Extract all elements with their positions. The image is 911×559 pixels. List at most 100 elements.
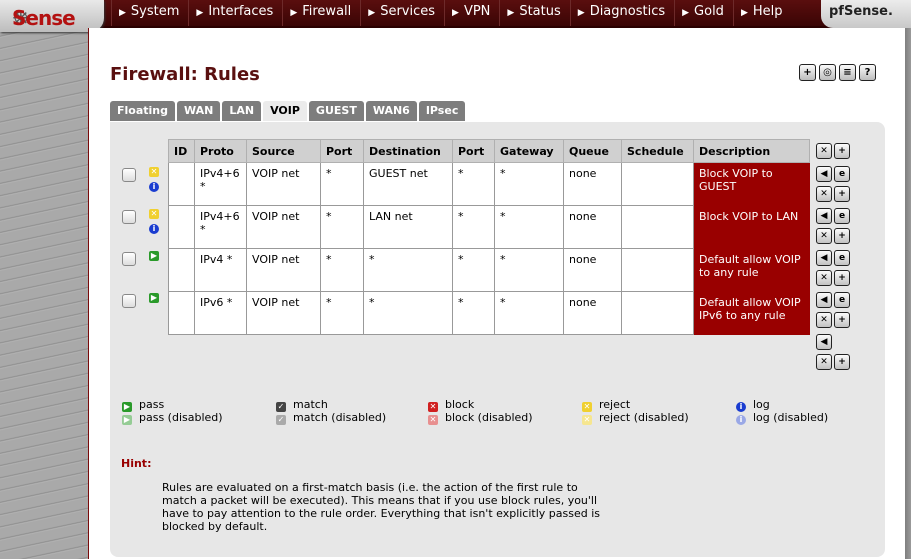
rule-source-port: * xyxy=(320,205,364,249)
table-row[interactable]: IPv4+6 * VOIP net * GUEST net * * none B… xyxy=(168,162,810,206)
rule-description[interactable]: Default allow VOIP IPv6 to any rule xyxy=(693,291,810,335)
pass-icon[interactable]: ▶ xyxy=(149,293,159,303)
delete-icon[interactable]: ✕ xyxy=(816,186,832,202)
delete-icon[interactable]: ✕ xyxy=(816,312,832,328)
copy-icon[interactable]: + xyxy=(834,312,850,328)
rule-gateway: * xyxy=(494,205,564,249)
rule-select-checkbox[interactable] xyxy=(122,294,136,308)
log-icon: i xyxy=(149,182,159,192)
row-actions: ◀ e ✕ + xyxy=(816,250,852,286)
table-row[interactable]: IPv4 * VOIP net * * * * none Default all… xyxy=(168,248,810,292)
nav-diagnostics[interactable]: ▶ Diagnostics xyxy=(569,0,674,26)
pass-disabled-icon: ▶ xyxy=(122,415,132,425)
add-rule-icon[interactable]: + xyxy=(834,143,850,159)
nav-interfaces[interactable]: ▶ Interfaces xyxy=(188,0,282,26)
pfsense-brand[interactable]: pfSense. xyxy=(821,0,911,28)
rule-select-checkbox[interactable] xyxy=(122,252,136,266)
copy-icon[interactable]: + xyxy=(834,228,850,244)
col-destination: Destination xyxy=(363,139,453,163)
add-rule-icon[interactable]: + xyxy=(834,354,850,370)
pass-icon[interactable]: ▶ xyxy=(149,251,159,261)
nav-status[interactable]: ▶ Status xyxy=(499,0,569,26)
rule-queue: none xyxy=(563,205,622,249)
rule-description[interactable]: Default allow VOIP to any rule xyxy=(693,248,810,292)
help-icon[interactable]: ? xyxy=(859,64,876,81)
nav-system[interactable]: ▶ System xyxy=(111,0,188,26)
col-source-port: Port xyxy=(320,139,364,163)
hint-text: Rules are evaluated on a first-match bas… xyxy=(162,481,601,533)
legend-pass: ▶ pass xyxy=(122,398,165,412)
col-dest-port: Port xyxy=(452,139,495,163)
edit-icon[interactable]: e xyxy=(834,292,850,308)
rule-description[interactable]: Block VOIP to GUEST xyxy=(693,162,810,206)
header-actions: ✕ + xyxy=(816,143,852,159)
rule-source: VOIP net xyxy=(246,162,321,206)
col-queue: Queue xyxy=(563,139,622,163)
rule-select-checkbox[interactable] xyxy=(122,210,136,224)
rule-proto: IPv4 * xyxy=(194,248,247,292)
rule-schedule xyxy=(621,205,694,249)
nav-help[interactable]: ▶ Help xyxy=(732,0,792,26)
match-disabled-icon: ✓ xyxy=(276,415,286,425)
tab-ipsec[interactable]: IPsec xyxy=(418,101,466,121)
log-icon[interactable]: ≡ xyxy=(839,64,856,81)
rule-source: VOIP net xyxy=(246,248,321,292)
reject-disabled-icon: ✕ xyxy=(582,415,592,425)
rule-schedule xyxy=(621,162,694,206)
reject-icon[interactable]: ✕ xyxy=(149,209,159,219)
delete-selected-icon[interactable]: ✕ xyxy=(816,143,832,159)
move-icon[interactable]: ◀ xyxy=(816,166,832,182)
tab-voip[interactable]: VOIP xyxy=(263,101,307,121)
rule-queue: none xyxy=(563,248,622,292)
move-to-end-icon[interactable]: ◀ xyxy=(816,334,832,350)
copy-icon[interactable]: + xyxy=(834,186,850,202)
tab-lan[interactable]: LAN xyxy=(222,101,262,121)
edit-icon[interactable]: e xyxy=(834,250,850,266)
status-icon[interactable]: ◎ xyxy=(819,64,836,81)
row-actions: ◀ e ✕ + xyxy=(816,292,852,328)
nav-gold[interactable]: ▶ Gold xyxy=(674,0,733,26)
nav-services[interactable]: ▶ Services xyxy=(360,0,444,26)
legend-log-disabled: i log (disabled) xyxy=(736,411,828,425)
table-row[interactable]: IPv4+6 * VOIP net * LAN net * * none Blo… xyxy=(168,205,810,249)
add-icon[interactable]: + xyxy=(799,64,816,81)
right-decoration xyxy=(904,26,911,559)
move-icon[interactable]: ◀ xyxy=(816,250,832,266)
rule-id xyxy=(168,205,195,249)
tab-wan6[interactable]: WAN6 xyxy=(365,101,417,121)
delete-selected-icon[interactable]: ✕ xyxy=(816,354,832,370)
rule-gateway: * xyxy=(494,162,564,206)
rule-description[interactable]: Block VOIP to LAN xyxy=(693,205,810,249)
rule-source: VOIP net xyxy=(246,291,321,335)
nav-firewall[interactable]: ▶ Firewall xyxy=(282,0,360,26)
delete-icon[interactable]: ✕ xyxy=(816,228,832,244)
col-source: Source xyxy=(246,139,321,163)
delete-icon[interactable]: ✕ xyxy=(816,270,832,286)
edit-icon[interactable]: e xyxy=(834,208,850,224)
content-panel: Firewall: Rules + ◎ ≡ ? Floating WAN LAN… xyxy=(88,28,905,559)
table-row[interactable]: IPv6 * VOIP net * * * * none Default all… xyxy=(168,291,810,335)
tab-guest[interactable]: GUEST xyxy=(308,101,364,121)
reject-icon[interactable]: ✕ xyxy=(149,167,159,177)
tab-wan[interactable]: WAN xyxy=(177,101,221,121)
move-icon[interactable]: ◀ xyxy=(816,208,832,224)
row-actions: ◀ e ✕ + xyxy=(816,208,852,244)
main-menu: ▶ System ▶ Interfaces ▶ Firewall ▶ Services … xyxy=(111,0,792,26)
rule-destination: * xyxy=(363,291,453,335)
tab-floating[interactable]: Floating xyxy=(110,101,175,121)
rule-destination: GUEST net xyxy=(363,162,453,206)
move-icon[interactable]: ◀ xyxy=(816,292,832,308)
edit-icon[interactable]: e xyxy=(834,166,850,182)
footer-actions: ◀ ✕ + xyxy=(816,334,852,370)
legend-block: ✕ block xyxy=(428,398,475,412)
nav-vpn[interactable]: ▶ VPN xyxy=(444,0,499,26)
rule-select-checkbox[interactable] xyxy=(122,168,136,182)
col-proto: Proto xyxy=(194,139,247,163)
rule-dest-port: * xyxy=(452,205,495,249)
top-navbar: ▶ System ▶ Interfaces ▶ Firewall ▶ Services … xyxy=(0,0,911,28)
legend-block-disabled: ✕ block (disabled) xyxy=(428,411,533,425)
legend-match: ✓ match xyxy=(276,398,328,412)
copy-icon[interactable]: + xyxy=(834,270,850,286)
rule-source-port: * xyxy=(320,162,364,206)
rule-proto: IPv4+6 * xyxy=(194,162,247,206)
